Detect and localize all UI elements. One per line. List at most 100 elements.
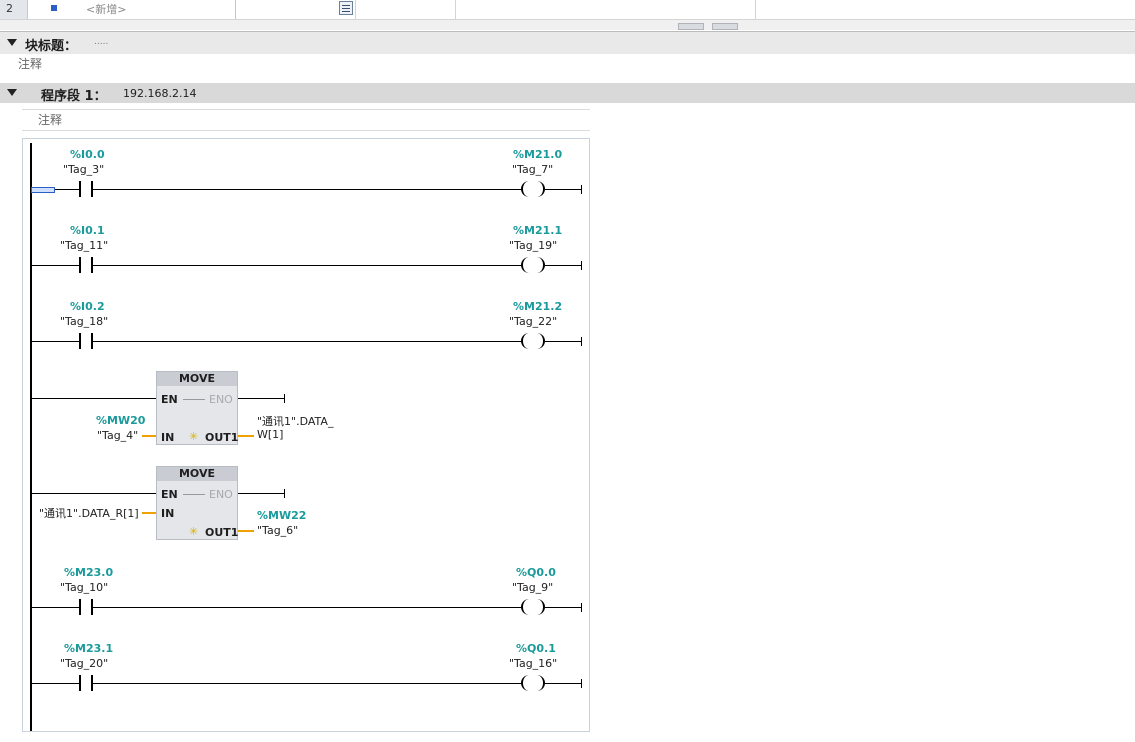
coil-tag[interactable]: "Tag_22" [509, 315, 557, 328]
rung-wire [93, 265, 523, 266]
out-operand-wire [238, 530, 254, 532]
rung-wire [31, 398, 156, 399]
rung-wire [545, 265, 581, 266]
contact-tag[interactable]: "Tag_18" [60, 315, 108, 328]
en-eno-link [183, 399, 205, 400]
network-header[interactable]: 程序段 1： 192.168.2.14 [0, 83, 1135, 104]
out-pin[interactable]: OUT1 [205, 431, 238, 444]
contact-tag[interactable]: "Tag_20" [60, 657, 108, 670]
row-number: 2 [0, 0, 28, 19]
out-pin[interactable]: OUT1 [205, 526, 238, 539]
new-entry-placeholder[interactable]: <新增> [86, 1, 126, 17]
right-rail-tick [581, 337, 582, 346]
eno-pin[interactable]: ENO [209, 393, 233, 406]
move-block[interactable]: MOVE EN ENO IN ✳ OUT1 [156, 466, 238, 540]
out-operand-tag[interactable]: "通讯1".DATA_ [257, 413, 333, 429]
rung-wire [545, 607, 581, 608]
auto-insert-sparkle-icon: ✳ [189, 525, 199, 538]
contact-tag[interactable]: "Tag_11" [60, 239, 108, 252]
contact-bar[interactable] [79, 333, 81, 349]
ladder-network[interactable]: %I0.0 "Tag_3" %M21.0 "Tag_7" %I0.1 "Tag_… [22, 138, 590, 732]
coil-symbol[interactable] [521, 675, 545, 691]
scroll-up-button[interactable] [678, 23, 704, 30]
network-title-value[interactable]: 192.168.2.14 [123, 87, 196, 100]
out-operand-tag-cont[interactable]: W[1] [257, 428, 283, 441]
rung-wire [31, 341, 79, 342]
contact-bar[interactable] [79, 675, 81, 691]
block-comment[interactable]: 注释 [18, 55, 42, 72]
rung-wire [31, 683, 79, 684]
contact-address[interactable]: %I0.0 [70, 148, 105, 161]
network-title: 程序段 1： [41, 89, 107, 104]
row-name-cell[interactable] [28, 0, 236, 19]
out-operand-wire [238, 435, 254, 437]
eno-end-tick [284, 394, 285, 403]
rung-wire [93, 189, 523, 190]
right-rail-tick [581, 603, 582, 612]
interface-table: 2 <新增> [0, 0, 1135, 30]
contact-bar[interactable] [79, 257, 81, 273]
coil-tag[interactable]: "Tag_9" [512, 581, 553, 594]
contact-tag[interactable]: "Tag_10" [60, 581, 108, 594]
in-operand-address[interactable]: %MW20 [96, 414, 145, 427]
eno-pin[interactable]: ENO [209, 488, 233, 501]
column-divider [455, 0, 456, 19]
contact-address[interactable]: %I0.1 [70, 224, 105, 237]
contact-tag[interactable]: "Tag_3" [63, 163, 104, 176]
column-divider [355, 0, 356, 19]
in-operand-wire [142, 512, 156, 514]
rung-wire [545, 683, 581, 684]
contact-address[interactable]: %I0.2 [70, 300, 105, 313]
contact-bar[interactable] [79, 599, 81, 615]
static-variable-icon [51, 5, 57, 11]
collapse-triangle-icon[interactable] [7, 39, 17, 46]
coil-address[interactable]: %Q0.0 [516, 566, 556, 579]
block-title-label: 块标题： [25, 39, 78, 54]
out-operand-tag[interactable]: "Tag_6" [257, 524, 298, 537]
coil-address[interactable]: %M21.1 [513, 224, 562, 237]
coil-tag[interactable]: "Tag_7" [512, 163, 553, 176]
right-rail-tick [581, 261, 582, 270]
coil-address[interactable]: %M21.0 [513, 148, 562, 161]
contact-address[interactable]: %M23.1 [64, 642, 113, 655]
coil-tag[interactable]: "Tag_19" [509, 239, 557, 252]
in-operand-tag[interactable]: "通讯1".DATA_R[1] [39, 505, 139, 521]
coil-address[interactable]: %M21.2 [513, 300, 562, 313]
coil-symbol[interactable] [521, 599, 545, 615]
network-comment[interactable]: 注释 [22, 109, 590, 131]
selection-cursor[interactable] [31, 187, 55, 193]
in-pin[interactable]: IN [161, 507, 174, 520]
contact-address[interactable]: %M23.0 [64, 566, 113, 579]
auto-insert-sparkle-icon: ✳ [189, 430, 199, 443]
rung-wire [31, 265, 79, 266]
en-pin[interactable]: EN [161, 393, 178, 406]
eno-wire [238, 493, 284, 494]
left-power-rail [30, 143, 32, 731]
interface-row[interactable]: 2 <新增> [0, 0, 1135, 20]
coil-symbol[interactable] [521, 181, 545, 197]
contact-bar[interactable] [79, 181, 81, 197]
in-operand-wire [142, 435, 156, 437]
rung-wire [93, 683, 523, 684]
column-divider [755, 0, 756, 19]
en-pin[interactable]: EN [161, 488, 178, 501]
in-pin[interactable]: IN [161, 431, 174, 444]
coil-symbol[interactable] [521, 257, 545, 273]
block-title-value[interactable]: ..... [94, 37, 108, 47]
block-title-header[interactable]: 块标题： ..... [0, 31, 1135, 54]
coil-tag[interactable]: "Tag_16" [509, 657, 557, 670]
right-rail-tick [581, 185, 582, 194]
coil-symbol[interactable] [521, 333, 545, 349]
datatype-list-icon[interactable] [339, 1, 353, 15]
rung-wire [545, 341, 581, 342]
in-operand-tag[interactable]: "Tag_4" [97, 429, 138, 442]
eno-wire [238, 398, 284, 399]
eno-end-tick [284, 489, 285, 498]
rung-wire [93, 341, 523, 342]
rung-wire [31, 607, 79, 608]
move-block[interactable]: MOVE EN ENO IN ✳ OUT1 [156, 371, 238, 445]
collapse-triangle-icon[interactable] [7, 89, 17, 96]
coil-address[interactable]: %Q0.1 [516, 642, 556, 655]
scroll-down-button[interactable] [712, 23, 738, 30]
out-operand-address[interactable]: %MW22 [257, 509, 306, 522]
